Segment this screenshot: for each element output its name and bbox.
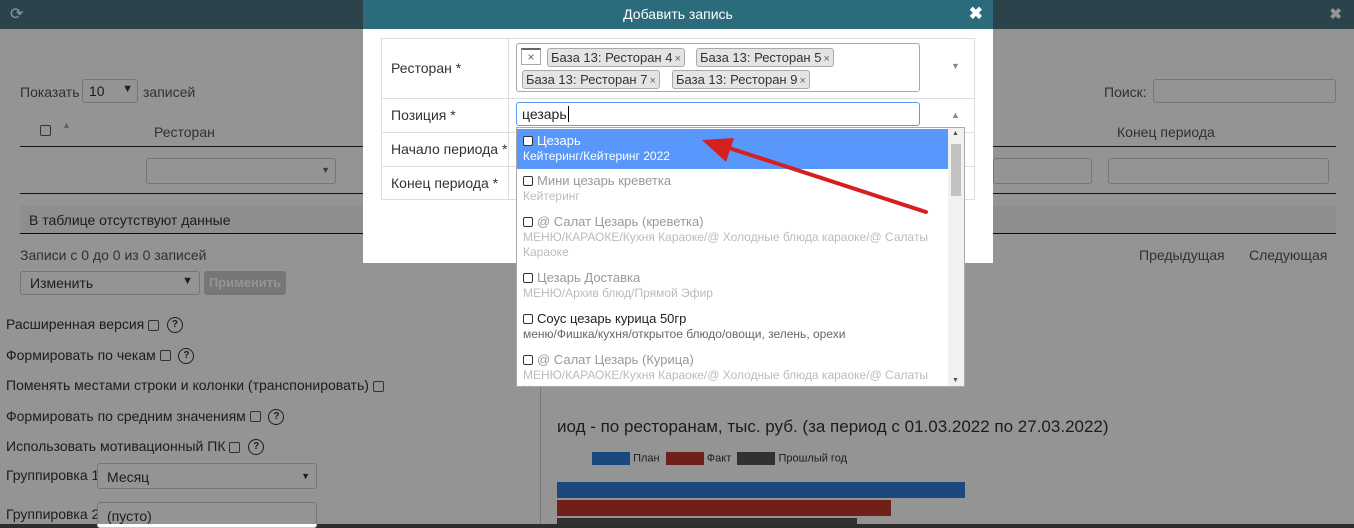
- position-label: Позиция *: [391, 107, 456, 123]
- restaurant-tag: База 13: Ресторан 7 ×: [522, 70, 660, 89]
- remove-tag-icon[interactable]: ×: [674, 53, 680, 65]
- result-option[interactable]: Цезарь Доставка МЕНЮ/Архив блюд/Прямой Э…: [517, 270, 949, 310]
- form-column-divider: [508, 39, 509, 199]
- clear-all-icon[interactable]: ×: [521, 48, 541, 65]
- close-icon[interactable]: ✖: [969, 5, 983, 23]
- option-checkbox[interactable]: [523, 217, 533, 227]
- modal-header: Добавить запись: [363, 0, 993, 29]
- scrollbar-thumb[interactable]: [951, 144, 961, 196]
- text-cursor: [567, 106, 569, 122]
- dropdown-scrollbar[interactable]: ▲ ▼: [948, 128, 964, 386]
- form-row-divider: [382, 98, 974, 99]
- remove-tag-icon[interactable]: ×: [649, 75, 655, 87]
- restaurant-tag: База 13: Ресторан 5 ×: [696, 48, 834, 67]
- restaurant-tag: База 13: Ресторан 4 ×: [547, 48, 685, 67]
- restaurant-label: Ресторан *: [391, 60, 462, 76]
- remove-tag-icon[interactable]: ×: [823, 53, 829, 65]
- position-search-value: цезарь: [522, 106, 567, 122]
- option-checkbox[interactable]: [523, 273, 533, 283]
- scroll-down-icon[interactable]: ▼: [952, 377, 959, 384]
- result-option[interactable]: @ Салат Цезарь (креветка) МЕНЮ/КАРАОКЕ/К…: [517, 214, 949, 270]
- arrow-head: [702, 138, 734, 162]
- modal-title: Добавить запись: [623, 6, 733, 22]
- option-checkbox[interactable]: [523, 136, 533, 146]
- restaurant-tag: База 13: Ресторан 9 ×: [672, 70, 810, 89]
- chevron-up-icon[interactable]: ▲: [951, 110, 960, 120]
- period-start-label: Начало периода *: [391, 141, 508, 157]
- option-checkbox[interactable]: [523, 176, 533, 186]
- option-checkbox[interactable]: [523, 314, 533, 324]
- period-end-label: Конец периода *: [391, 175, 499, 191]
- annotation-arrow-icon: [702, 138, 928, 214]
- arrow-shaft: [718, 143, 928, 214]
- scroll-up-icon[interactable]: ▲: [952, 130, 959, 137]
- remove-tag-icon[interactable]: ×: [799, 75, 805, 87]
- option-checkbox[interactable]: [523, 355, 533, 365]
- result-option[interactable]: Соус цезарь курица 50гр меню/Фишка/кухня…: [517, 311, 949, 351]
- position-search-input[interactable]: цезарь: [516, 102, 920, 126]
- result-option[interactable]: @ Салат Цезарь (Курица) МЕНЮ/КАРАОКЕ/Кух…: [517, 352, 949, 386]
- restaurant-multiselect[interactable]: × База 13: Ресторан 4 × База 13: Ресторан…: [516, 43, 920, 92]
- chevron-down-icon[interactable]: ▼: [951, 61, 960, 71]
